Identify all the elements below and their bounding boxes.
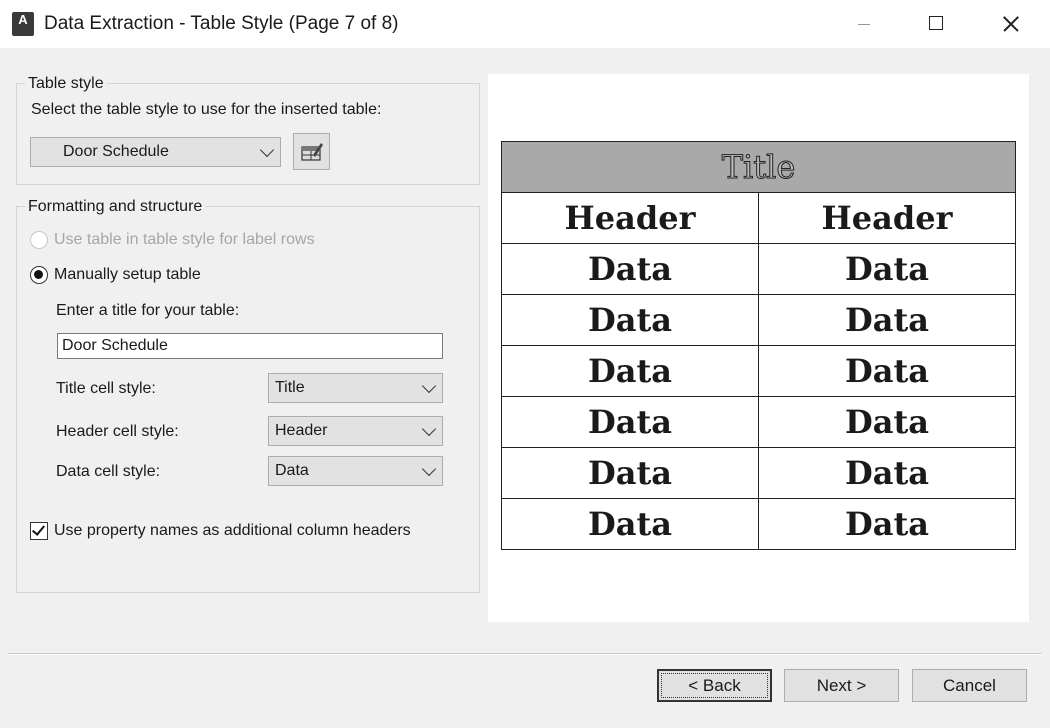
next-button[interactable]: Next > [784, 669, 899, 702]
table-style-instruction: Select the table style to use for the in… [31, 101, 382, 118]
close-button[interactable] [974, 0, 1046, 48]
preview-data-cell: Data [758, 243, 1016, 295]
use-table-label: Use table in table style for label rows [54, 231, 315, 248]
chevron-down-icon [421, 378, 437, 394]
footer-separator [8, 653, 1042, 655]
preview-data-row: Data Data [501, 396, 1016, 448]
table-style-value: Door Schedule [63, 143, 169, 160]
title-bar: A Data Extraction - Table Style (Page 7 … [0, 0, 1050, 48]
data-cell-style-label: Data cell style: [56, 463, 161, 480]
preview-data-cell: Data [501, 396, 759, 448]
table-style-dialog-button[interactable] [293, 133, 330, 170]
header-cell-style-value: Header [275, 422, 328, 439]
preview-data-cell: Data [501, 345, 759, 397]
preview-data-cell: Data [501, 243, 759, 295]
title-cell-style-dropdown[interactable]: Title [268, 373, 443, 403]
preview-data-cell: Data [758, 498, 1016, 550]
preview-header-cell: Header [501, 192, 759, 244]
minimize-button[interactable] [828, 0, 900, 48]
title-cell-style-value: Title [275, 379, 305, 396]
preview-data-cell: Data [501, 447, 759, 499]
header-cell-style-dropdown[interactable]: Header [268, 416, 443, 446]
data-cell-style-value: Data [275, 462, 309, 479]
autocad-app-icon: A [12, 12, 34, 36]
table-title-value: Door Schedule [62, 337, 168, 354]
table-style-group: Table style [16, 75, 480, 185]
title-cell-style-label: Title cell style: [56, 380, 156, 397]
header-cell-style-label: Header cell style: [56, 423, 179, 440]
preview-title-text: Title [721, 148, 796, 187]
table-title-input[interactable]: Door Schedule [57, 333, 443, 359]
window-title: Data Extraction - Table Style (Page 7 of… [44, 13, 399, 34]
back-button[interactable]: < Back [657, 669, 772, 702]
preview-data-row: Data Data [501, 345, 1016, 397]
chevron-down-icon [421, 421, 437, 437]
chevron-down-icon [259, 142, 275, 158]
preview-data-cell: Data [501, 498, 759, 550]
table-style-edit-icon [301, 143, 323, 161]
title-prompt-label: Enter a title for your table: [56, 302, 240, 319]
preview-data-row: Data Data [501, 498, 1016, 550]
preview-data-row: Data Data [501, 243, 1016, 295]
formatting-structure-legend: Formatting and structure [25, 198, 206, 216]
data-cell-style-dropdown[interactable]: Data [268, 456, 443, 486]
property-names-checkbox[interactable] [30, 522, 48, 540]
preview-data-cell: Data [758, 294, 1016, 346]
preview-title-cell: Title [501, 141, 1016, 193]
preview-data-row: Data Data [501, 294, 1016, 346]
preview-header-cell: Header [758, 192, 1016, 244]
radio-selected-dot [34, 270, 43, 279]
maximize-button[interactable] [900, 0, 972, 48]
checkmark-icon [31, 522, 46, 536]
property-names-label: Use property names as additional column … [54, 522, 411, 539]
use-table-radio[interactable] [30, 231, 48, 249]
preview-data-cell: Data [758, 396, 1016, 448]
preview-data-cell: Data [758, 447, 1016, 499]
preview-table: Title Header Header Data Data Data Data Da… [501, 141, 1016, 550]
manual-setup-radio[interactable] [30, 266, 48, 284]
preview-data-cell: Data [501, 294, 759, 346]
preview-data-cell: Data [758, 345, 1016, 397]
cancel-button[interactable]: Cancel [912, 669, 1027, 702]
manual-setup-label: Manually setup table [54, 266, 201, 283]
table-style-legend: Table style [25, 75, 107, 93]
preview-data-row: Data Data [501, 447, 1016, 499]
chevron-down-icon [421, 461, 437, 477]
table-style-dropdown[interactable]: Door Schedule [30, 137, 281, 167]
